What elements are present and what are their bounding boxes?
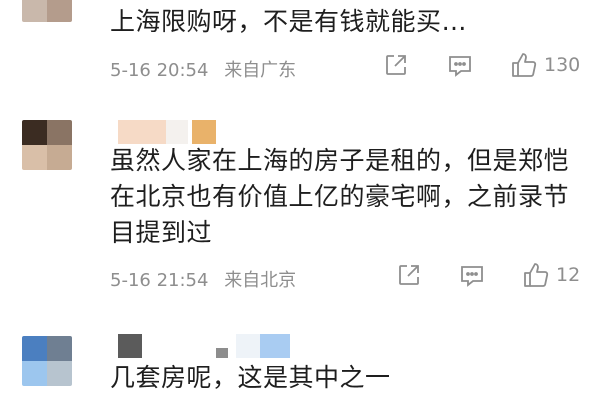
like-icon [524, 263, 549, 287]
username-pixelated[interactable] [118, 334, 290, 358]
like-button[interactable]: 12 [522, 261, 580, 289]
comment-text: 上海限购呀，不是有钱就能买… [110, 7, 468, 36]
comment-meta: 5-16 21:54 来自北京 [110, 266, 296, 292]
avatar[interactable] [22, 336, 72, 386]
comment-location: 来自北京 [224, 270, 297, 291]
comment-button[interactable] [459, 264, 485, 288]
like-count: 12 [556, 264, 581, 286]
comment-text: 虽然人家在上海的房子是租的，但是郑恺在北京也有价值上亿的豪宅啊，之前录节目提到过 [110, 146, 570, 247]
share-icon [399, 265, 419, 285]
like-count: 130 [544, 54, 581, 76]
username-pixelated[interactable] [118, 120, 216, 144]
share-button[interactable] [384, 53, 408, 77]
comment-button[interactable] [447, 54, 473, 78]
avatar[interactable] [22, 120, 72, 170]
like-icon [512, 53, 537, 77]
comment-date: 5-16 20:54 [110, 60, 209, 81]
comment-icon [449, 56, 471, 77]
comment-date: 5-16 21:54 [110, 270, 209, 291]
like-button[interactable]: 130 [510, 51, 580, 79]
share-icon [386, 55, 406, 75]
share-button[interactable] [397, 263, 421, 287]
comment-icon [461, 266, 483, 287]
comment-text: 几套房呢，这是其中之一 [110, 363, 391, 392]
comment-location: 来自广东 [224, 60, 297, 81]
comment-meta: 5-16 20:54 来自广东 [110, 56, 296, 82]
avatar[interactable] [22, 0, 72, 22]
